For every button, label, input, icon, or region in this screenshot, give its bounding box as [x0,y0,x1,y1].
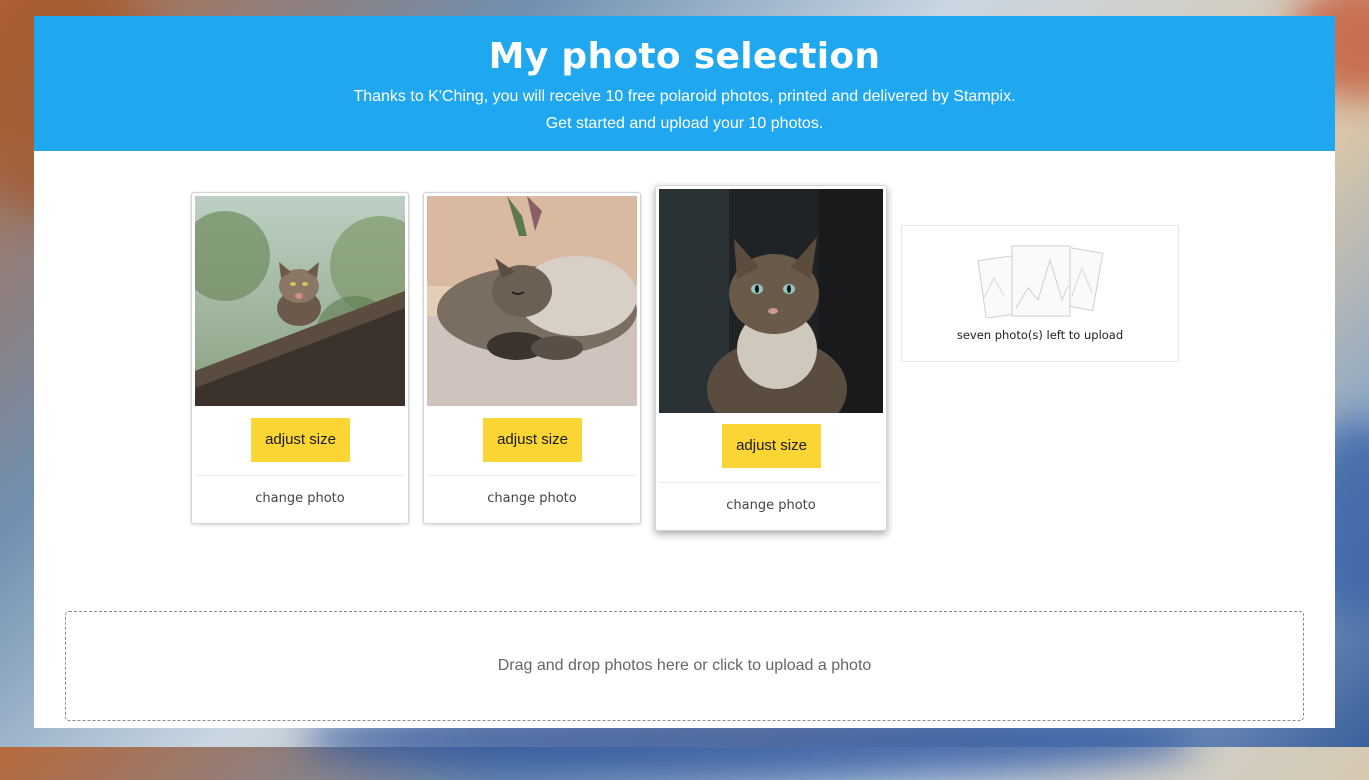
card-divider [196,475,404,476]
adjust-size-button[interactable]: adjust size [483,418,582,462]
card-divider [428,475,636,476]
remaining-photos-placeholder[interactable]: seven photo(s) left to upload [901,225,1179,362]
photo-selection-panel: My photo selection Thanks to K'Ching, yo… [34,16,1335,728]
page-header: My photo selection Thanks to K'Ching, yo… [34,16,1335,151]
header-subtitle-line-1: Thanks to K'Ching, you will receive 10 f… [353,88,1016,105]
adjust-size-button[interactable]: adjust size [722,424,821,468]
sleeping-cat-photo[interactable] [427,196,637,406]
tabby-cat-portrait-photo[interactable] [659,189,883,413]
photo-stack-icon [977,245,1104,318]
photo-card: adjust size change photo [191,192,409,524]
change-photo-link[interactable]: change photo [424,491,640,506]
upload-dropzone[interactable]: Drag and drop photos here or click to up… [65,611,1304,721]
remaining-photos-label: seven photo(s) left to upload [956,328,1124,342]
photo-card: adjust size change photo [655,185,887,531]
header-subtitle-line-2: Get started and upload your 10 photos. [545,115,824,132]
cat-on-roof-photo[interactable] [195,196,405,406]
adjust-size-button[interactable]: adjust size [251,418,350,462]
change-photo-link[interactable]: change photo [656,498,886,513]
photo-card: adjust size change photo [423,192,641,524]
card-divider [660,482,882,483]
page-title: My photo selection [488,36,881,77]
change-photo-link[interactable]: change photo [192,491,408,506]
